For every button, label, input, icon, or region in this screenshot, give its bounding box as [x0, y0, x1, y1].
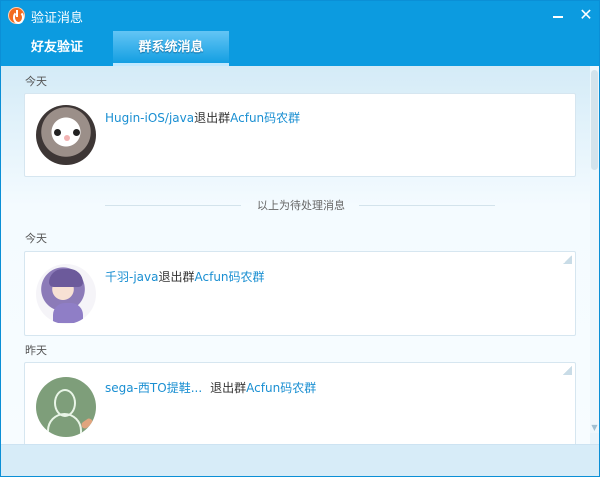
message-action: 退出群: [158, 270, 195, 284]
group-link[interactable]: Acfun码农群: [195, 270, 265, 284]
card-corner-fold: [563, 366, 572, 375]
date-label: 昨天: [25, 344, 47, 357]
anime-avatar[interactable]: [36, 264, 96, 324]
message-action: 退出群: [210, 381, 247, 395]
tab-bar: 好友验证 群系统消息: [1, 31, 599, 66]
cat-eye-right: [73, 129, 80, 136]
title-bar: 验证消息 ✕: [1, 1, 599, 31]
message-text: 千羽-java退出群Acfun码农群: [105, 268, 265, 285]
tab-group-label: 群系统消息: [138, 40, 204, 55]
group-link[interactable]: Acfun码农群: [230, 111, 300, 125]
cat-nose: [64, 135, 70, 141]
anime-body: [53, 303, 83, 323]
group-link[interactable]: Acfun码农群: [246, 381, 316, 395]
close-icon[interactable]: ✕: [577, 6, 595, 24]
app-icon: [8, 7, 25, 24]
footer-bar: [1, 444, 599, 476]
date-label: 今天: [25, 232, 47, 245]
message-card[interactable]: sega-西TO提鞋... 退出群Acfun码农群: [24, 362, 576, 444]
card-corner-fold: [563, 255, 572, 264]
tab-group-system-messages[interactable]: 群系统消息: [113, 31, 229, 66]
message-text: sega-西TO提鞋... 退出群Acfun码农群: [105, 379, 316, 396]
scroll-down-arrow-icon[interactable]: ▼: [590, 423, 599, 433]
divider-text: 以上为待处理消息: [257, 199, 345, 212]
cat-eye-left: [54, 129, 61, 136]
user-link[interactable]: sega-西TO提鞋...: [105, 381, 202, 395]
window-title: 验证消息: [31, 11, 84, 26]
anime-hair: [49, 269, 83, 287]
user-link[interactable]: Hugin-iOS/java: [105, 111, 194, 125]
chalk-hand: [80, 417, 94, 430]
chalk-shoulders: [47, 413, 82, 435]
message-text: Hugin-iOS/java退出群Acfun码农群: [105, 109, 300, 126]
cat-avatar[interactable]: [36, 105, 96, 165]
user-link[interactable]: 千羽-java: [105, 270, 158, 284]
pending-divider: 以上为待处理消息: [105, 197, 495, 213]
message-action: 退出群: [194, 111, 231, 125]
message-card[interactable]: Hugin-iOS/java退出群Acfun码农群: [24, 93, 576, 177]
divider-line-left: [105, 205, 241, 206]
scrollbar-thumb[interactable]: [591, 70, 598, 170]
message-card[interactable]: 千羽-java退出群Acfun码农群: [24, 251, 576, 336]
tab-friend-label: 好友验证: [30, 40, 83, 55]
message-list[interactable]: 今天 Hugin-iOS/java退出群Acfun码农群 以上为待处理消息 今天: [1, 66, 590, 444]
tab-friend-verification[interactable]: 好友验证: [1, 31, 113, 66]
divider-line-right: [359, 205, 495, 206]
chalk-avatar[interactable]: [36, 377, 96, 437]
vertical-scrollbar[interactable]: ▼: [590, 66, 599, 433]
verification-window: 验证消息 ✕ 好友验证 群系统消息 今天 Hugin-iOS/java退出群Ac…: [0, 0, 600, 477]
date-label: 今天: [25, 75, 47, 88]
minimize-icon[interactable]: [549, 6, 567, 24]
